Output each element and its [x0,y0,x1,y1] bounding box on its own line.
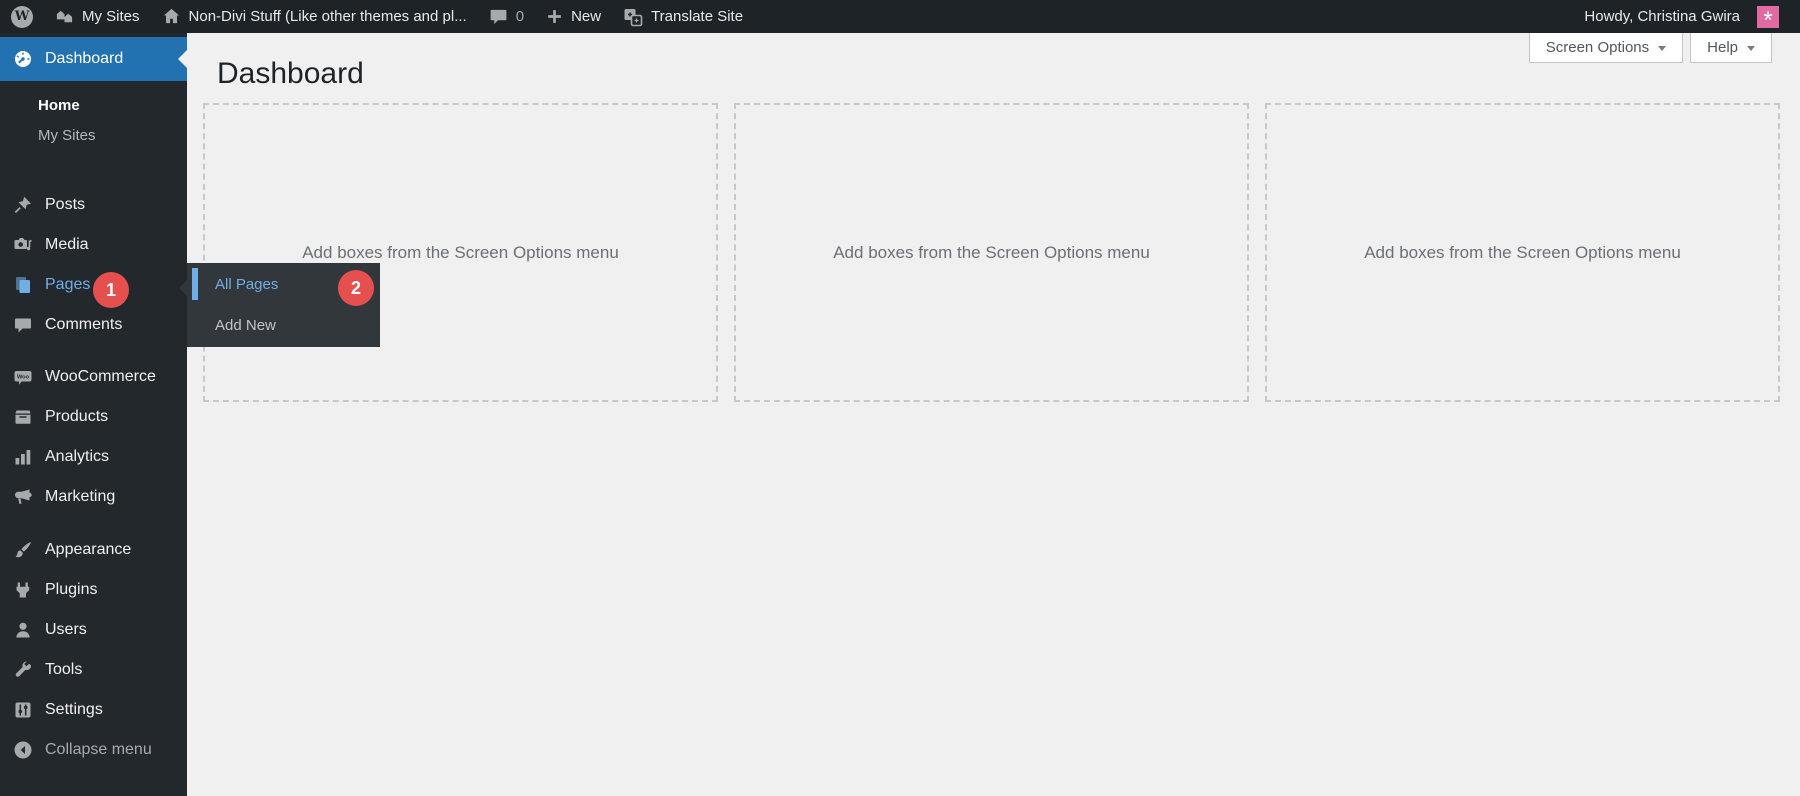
new-label: New [571,8,602,25]
page-title: Dashboard [217,57,364,90]
dropzone-hint-text: Add boxes from the Screen Options menu [302,242,619,262]
sidebar-item-my-sites[interactable]: My Sites [0,121,187,151]
sidebar-item-label: Marketing [45,488,116,505]
translate-site-label: Translate Site [651,8,744,25]
active-menu-arrow [169,50,187,68]
home-icon [163,8,179,24]
sliders-icon [13,700,33,720]
comments-menu[interactable]: 0 [478,0,535,33]
chevron-down-icon [1747,45,1755,55]
user-icon [13,620,33,640]
sidebar-item-media[interactable]: Media [0,225,187,265]
dashboard-submenu: Home My Sites [0,81,187,151]
account-menu[interactable]: Howdy, Christina Gwira * [1573,0,1790,33]
flyout-item-add-new[interactable]: Add New [187,305,380,345]
wordpress-logo-icon: W [11,5,33,28]
plug-icon [13,580,33,600]
sidebar-item-users[interactable]: Users [0,610,187,650]
step-badge-1: 1 [93,272,129,308]
multisite-icon [56,10,73,23]
sidebar-item-label: Pages [45,276,91,293]
admin-sidebar: Dashboard Home My Sites Posts Media Page… [0,33,187,796]
pushpin-icon [13,195,33,215]
sidebar-item-label: Plugins [45,581,98,598]
sidebar-item-woocommerce[interactable]: Woo WooCommerce [0,357,187,397]
sidebar-item-home[interactable]: Home [0,91,187,121]
sidebar-item-marketing[interactable]: Marketing [0,477,187,517]
camera-icon [13,235,33,255]
sidebar-item-label: Posts [45,196,86,213]
empty-widget-dropzone: Add boxes from the Screen Options menu [1265,103,1780,402]
megaphone-icon [13,487,33,507]
my-sites-label: My Sites [82,8,140,25]
dropzone-hint-text: Add boxes from the Screen Options menu [833,242,1150,262]
wrench-icon [13,660,33,680]
help-button[interactable]: Help [1690,33,1772,63]
sidebar-item-label: WooCommerce [45,368,156,385]
sidebar-item-label: Settings [45,701,103,718]
translate-site-menu[interactable]: Translate Site [612,0,754,33]
dashboard-gauge-icon [13,49,33,69]
woocommerce-icon: Woo [13,367,33,387]
sidebar-item-products[interactable]: Products [0,397,187,437]
flyout-item-label: All Pages [215,275,279,293]
plus-icon [548,10,561,23]
wordpress-menu[interactable]: W [0,0,44,33]
screen-options-label: Screen Options [1545,39,1650,56]
help-label: Help [1707,39,1738,56]
screen-options-button[interactable]: Screen Options [1528,33,1684,63]
site-name-label: Non-Divi Stuff (Like other themes and pl… [188,8,467,25]
admin-bar: W My Sites Non-Divi Stuff (Like other th… [0,0,1800,33]
chevron-down-icon [1658,45,1667,55]
sidebar-item-label: Appearance [45,541,132,558]
sidebar-item-label: Dashboard [45,50,124,67]
step-badge-2: 2 [338,270,374,306]
pages-icon [13,275,33,295]
new-content-menu[interactable]: New [535,0,612,33]
howdy-text: Howdy, Christina Gwira [1584,8,1740,25]
site-name-menu[interactable]: Non-Divi Stuff (Like other themes and pl… [151,0,478,33]
sidebar-item-label: Analytics [45,448,110,465]
sidebar-item-label: Products [45,408,109,425]
menu-separator [0,517,187,530]
svg-text:Woo: Woo [17,375,30,381]
sidebar-item-label: Tools [45,661,83,678]
translate-icon [624,8,643,26]
sidebar-item-pages[interactable]: Pages 1 [0,265,187,308]
collapse-arrow-icon [13,740,33,760]
sidebar-item-plugins[interactable]: Plugins [0,570,187,610]
comments-count: 0 [515,8,525,25]
sidebar-item-tools[interactable]: Tools [0,650,187,690]
sidebar-item-posts[interactable]: Posts [0,185,187,225]
flyout-item-label: Add New [215,316,276,334]
sidebar-item-label: Media [45,236,89,253]
main-content: Screen Options Help Dashboard Add boxes … [187,33,1800,796]
sidebar-item-comments[interactable]: Comments [0,305,187,345]
menu-separator [0,345,187,357]
avatar[interactable]: * [1757,5,1779,32]
comment-bubble-icon [13,315,33,335]
pages-flyout-menu: All Pages 2 Add New [179,263,380,347]
paintbrush-icon [13,540,33,560]
collapse-menu-label: Collapse menu [45,741,152,758]
sidebar-item-label: Users [45,621,87,638]
sidebar-item-dashboard[interactable]: Dashboard [0,37,187,81]
current-item-bar [192,268,198,300]
collapse-menu-button[interactable]: Collapse menu [0,730,187,770]
sidebar-item-appearance[interactable]: Appearance [0,530,187,570]
screen-meta-links: Screen Options Help [1528,33,1772,63]
flyout-item-all-pages[interactable]: All Pages 2 [187,263,380,306]
my-sites-menu[interactable]: My Sites [44,0,151,33]
dropzone-hint-text: Add boxes from the Screen Options menu [1364,242,1681,262]
comment-bubble-icon [490,9,507,25]
dashboard-widget-area: Add boxes from the Screen Options menu A… [203,103,1780,402]
sidebar-item-settings[interactable]: Settings [0,690,187,730]
bar-chart-icon [13,447,33,467]
sidebar-item-label: Comments [45,316,123,333]
empty-widget-dropzone: Add boxes from the Screen Options menu [203,103,718,402]
sidebar-item-analytics[interactable]: Analytics [0,437,187,477]
empty-widget-dropzone: Add boxes from the Screen Options menu [734,103,1249,402]
box-icon [13,407,33,427]
